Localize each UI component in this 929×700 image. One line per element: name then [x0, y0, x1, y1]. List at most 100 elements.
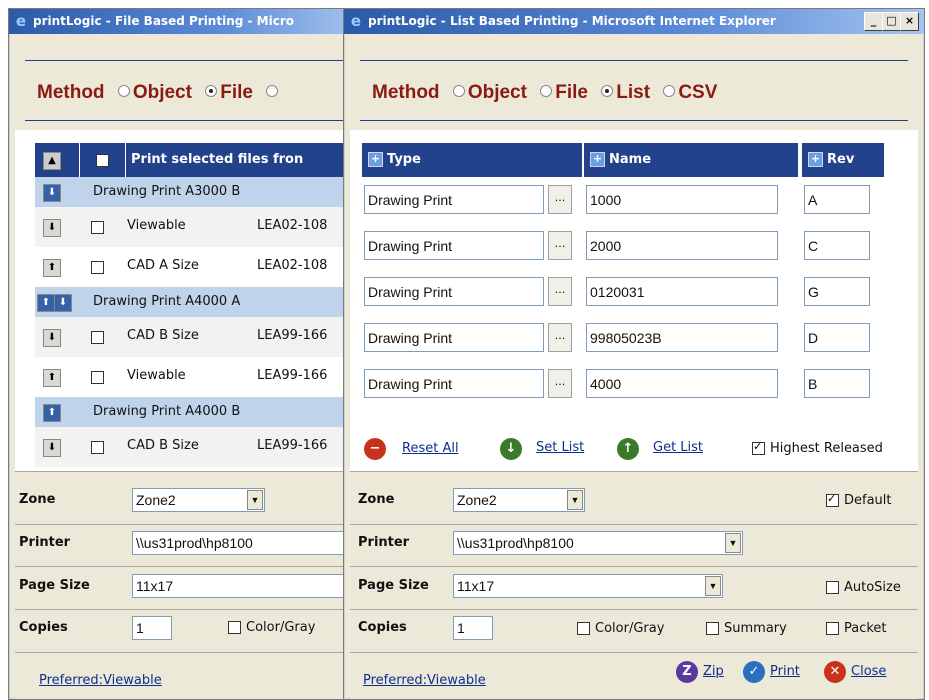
autosize-checkbox[interactable] — [826, 581, 839, 594]
browse-button[interactable]: ... — [548, 231, 572, 260]
print-link[interactable]: Print — [770, 664, 800, 679]
print-icon[interactable]: ✓ — [743, 661, 765, 683]
file-checkbox[interactable] — [91, 221, 104, 234]
chevron-down-icon[interactable]: ▼ — [567, 490, 583, 510]
zip-icon[interactable]: Z — [676, 661, 698, 683]
maximize-button[interactable]: □ — [882, 12, 901, 31]
summary-checkbox[interactable] — [706, 622, 719, 635]
name-input[interactable]: 2000 — [586, 231, 778, 260]
up-arrow-icon[interactable]: ⬆ — [43, 369, 61, 387]
type-input[interactable]: Drawing Print — [364, 277, 544, 306]
reset-icon[interactable]: − — [364, 438, 386, 460]
collapse-all-icon[interactable]: ▲ — [43, 152, 61, 170]
get-list-icon[interactable]: ↑ — [617, 438, 639, 460]
rev-input[interactable]: C — [804, 231, 870, 260]
rev-input[interactable]: A — [804, 185, 870, 214]
up-arrow-icon[interactable]: ⬆ — [43, 259, 61, 277]
expand-icon[interactable]: + — [368, 152, 383, 167]
file-checkbox[interactable] — [91, 331, 104, 344]
color-gray-option[interactable]: Color/Gray — [577, 621, 664, 636]
highest-released-checkbox[interactable] — [752, 440, 765, 455]
chevron-down-icon[interactable]: ▼ — [705, 576, 721, 596]
rev-input[interactable]: B — [804, 369, 870, 398]
back-titlebar[interactable]: e printLogic - File Based Printing - Mic… — [9, 9, 359, 34]
file-checkbox[interactable] — [91, 441, 104, 454]
default-checkbox[interactable] — [826, 492, 839, 507]
radio-list[interactable] — [601, 85, 614, 97]
copies-input[interactable]: 1 — [453, 616, 493, 640]
file-checkbox[interactable] — [91, 261, 104, 274]
rev-input[interactable]: D — [804, 323, 870, 352]
close-window-button[interactable]: × — [900, 12, 919, 31]
color-gray-checkbox[interactable] — [577, 622, 590, 635]
preferred-link[interactable]: Preferred:Viewable — [39, 673, 162, 688]
file-row[interactable]: ⬇ CAD B Size LEA99-166 — [35, 317, 355, 357]
close-link[interactable]: Close — [851, 664, 886, 679]
browse-button[interactable]: ... — [548, 369, 572, 398]
radio-csv[interactable] — [663, 85, 676, 97]
up-arrow-icon[interactable]: ⬆ — [37, 294, 55, 312]
radio-list[interactable] — [266, 85, 279, 97]
select-all-checkbox[interactable] — [96, 154, 109, 167]
reset-all-link[interactable]: Reset All — [402, 441, 459, 456]
radio-object[interactable] — [117, 85, 130, 97]
up-arrow-icon[interactable]: ⬆ — [43, 404, 61, 422]
browse-button[interactable]: ... — [548, 185, 572, 214]
set-list-icon[interactable]: ↓ — [500, 438, 522, 460]
down-arrow-icon[interactable]: ⬇ — [43, 329, 61, 347]
printer-select[interactable]: \\us31prod\hp8100 ▼ — [453, 531, 743, 555]
chevron-down-icon[interactable]: ▼ — [247, 490, 263, 510]
zone-select[interactable]: Zone2 ▼ — [132, 488, 265, 512]
summary-option[interactable]: Summary — [706, 621, 787, 636]
radio-object[interactable] — [452, 85, 465, 97]
radio-file[interactable] — [205, 85, 218, 97]
color-gray-checkbox[interactable] — [228, 621, 241, 634]
packet-option[interactable]: Packet — [826, 621, 887, 636]
file-row[interactable]: ⬆ Viewable LEA99-166 — [35, 357, 355, 397]
chevron-down-icon[interactable]: ▼ — [725, 533, 741, 553]
browse-button[interactable]: ... — [548, 323, 572, 352]
front-titlebar[interactable]: e printLogic - List Based Printing - Mic… — [344, 9, 924, 34]
file-checkbox[interactable] — [91, 371, 104, 384]
set-list-link[interactable]: Set List — [536, 440, 584, 455]
down-arrow-icon[interactable]: ⬇ — [54, 294, 72, 312]
rev-input[interactable]: G — [804, 277, 870, 306]
down-arrow-icon[interactable]: ⬇ — [43, 439, 61, 457]
rev-column-header[interactable]: + Rev — [802, 143, 884, 177]
type-input[interactable]: Drawing Print — [364, 231, 544, 260]
minimize-button[interactable]: _ — [864, 12, 883, 31]
zip-link[interactable]: Zip — [703, 664, 724, 679]
group-row[interactable]: ⬇ Drawing Print A3000 B — [35, 177, 355, 207]
type-input[interactable]: Drawing Print — [364, 185, 544, 214]
file-row[interactable]: ⬆ CAD A Size LEA02-108 — [35, 247, 355, 287]
name-input[interactable]: 0120031 — [586, 277, 778, 306]
copies-input[interactable]: 1 — [132, 616, 172, 640]
down-arrow-icon[interactable]: ⬇ — [43, 184, 61, 202]
highest-released-option[interactable]: Highest Released — [752, 440, 883, 456]
radio-file[interactable] — [540, 85, 553, 97]
close-icon[interactable]: ✕ — [824, 661, 846, 683]
down-arrow-icon[interactable]: ⬇ — [43, 219, 61, 237]
get-list-link[interactable]: Get List — [653, 440, 703, 455]
page-size-select[interactable]: 11x17 — [132, 574, 362, 598]
expand-icon[interactable]: + — [590, 152, 605, 167]
default-option[interactable]: Default — [826, 492, 892, 508]
preferred-link[interactable]: Preferred:Viewable — [363, 673, 486, 688]
browse-button[interactable]: ... — [548, 277, 572, 306]
type-input[interactable]: Drawing Print — [364, 323, 544, 352]
name-input[interactable]: 4000 — [586, 369, 778, 398]
page-size-select[interactable]: 11x17 ▼ — [453, 574, 723, 598]
group-row[interactable]: ⬆ ⬇ Drawing Print A4000 A — [35, 287, 355, 317]
name-input[interactable]: 99805023B — [586, 323, 778, 352]
color-gray-option[interactable]: Color/Gray — [228, 620, 315, 635]
group-row[interactable]: ⬆ Drawing Print A4000 B — [35, 397, 355, 427]
type-column-header[interactable]: + Type — [362, 143, 582, 177]
name-column-header[interactable]: + Name — [584, 143, 798, 177]
type-input[interactable]: Drawing Print — [364, 369, 544, 398]
zone-select[interactable]: Zone2 ▼ — [453, 488, 585, 512]
expand-icon[interactable]: + — [808, 152, 823, 167]
file-row[interactable]: ⬇ CAD B Size LEA99-166 — [35, 427, 355, 467]
file-row[interactable]: ⬇ Viewable LEA02-108 — [35, 207, 355, 247]
packet-checkbox[interactable] — [826, 622, 839, 635]
printer-select[interactable]: \\us31prod\hp8100 — [132, 531, 362, 555]
